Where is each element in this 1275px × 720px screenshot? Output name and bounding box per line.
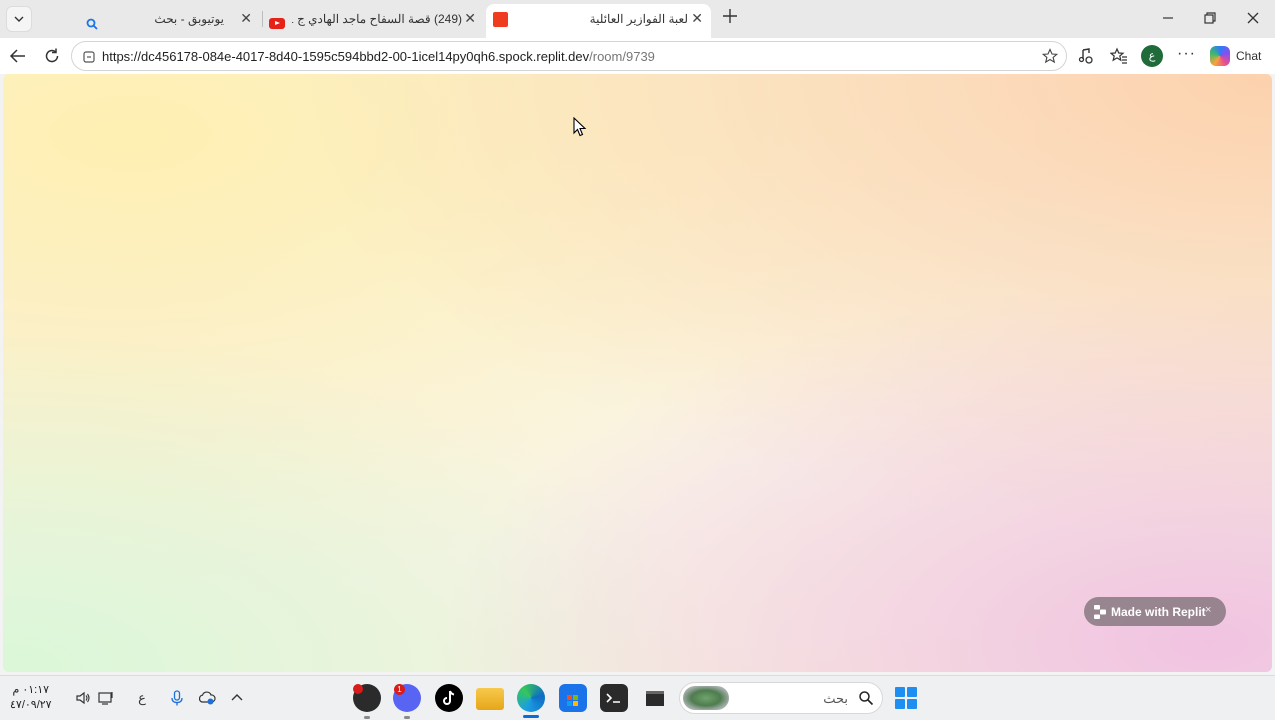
- windows-taskbar: ٠١:١٧ م ٤٧/٠٩/٢٧ ع 1 بحث: [0, 675, 1275, 720]
- browser-toolbar: https://dc456178-084e-4017-8d40-1595c594…: [0, 38, 1275, 74]
- profile-avatar[interactable]: ع: [1141, 45, 1163, 67]
- site-info-icon[interactable]: [82, 50, 96, 64]
- copilot-icon: [1210, 46, 1230, 66]
- url-path: /room/9739: [589, 49, 655, 64]
- discord-badge: 1: [394, 684, 405, 695]
- tab-youtube[interactable]: (249) قصة السفاح ماجد الهادي ج 1 - ✕: [264, 5, 484, 33]
- notification-dot: [353, 684, 363, 694]
- generic-app-icon[interactable]: [641, 684, 669, 712]
- edge-browser-icon[interactable]: [517, 684, 545, 712]
- mouse-cursor-icon: [573, 117, 587, 137]
- close-icon[interactable]: ✕: [691, 10, 703, 27]
- restore-icon[interactable]: [1202, 10, 1218, 26]
- replit-logo-icon: [1094, 605, 1106, 619]
- clock-date: ٤٧/٠٩/٢٧: [10, 699, 52, 711]
- terminal-prompt-icon: [606, 693, 620, 703]
- tab-title: (249) قصة السفاح ماجد الهادي ج 1 -: [292, 12, 462, 26]
- copilot-chat-button[interactable]: Chat: [1210, 45, 1261, 67]
- tab-strip: يوتيوبق - بحث ✕ (249) قصة السفاح ماجد ال…: [0, 0, 1275, 38]
- tab-title: لعبة الفوازير العائلية: [589, 12, 688, 26]
- microsoft-store-icon[interactable]: [559, 684, 587, 712]
- app-favicon-icon: [493, 12, 508, 27]
- running-indicator: [364, 716, 370, 719]
- start-tile: [907, 699, 917, 709]
- url-host: https://dc456178-084e-4017-8d40-1595c594…: [102, 49, 590, 64]
- more-options-icon[interactable]: ···: [1177, 45, 1196, 63]
- tiktok-note-icon: [443, 690, 455, 705]
- microphone-icon[interactable]: [168, 689, 186, 707]
- network-icon[interactable]: [97, 689, 115, 707]
- windows-start-icon[interactable]: [895, 687, 917, 709]
- chevron-down-icon: [14, 16, 24, 22]
- read-aloud-icon[interactable]: [1077, 47, 1095, 65]
- close-icon[interactable]: ✕: [240, 10, 252, 27]
- window-app-icon: [646, 691, 664, 706]
- page-content: Made with Replit ×: [3, 74, 1272, 672]
- tiktok-icon[interactable]: [435, 684, 463, 712]
- back-arrow-icon[interactable]: [9, 47, 27, 65]
- start-tile: [895, 687, 905, 697]
- tab-divider: [262, 11, 263, 27]
- search-icon: [859, 691, 874, 706]
- close-icon[interactable]: ✕: [464, 10, 476, 27]
- refresh-icon[interactable]: [43, 47, 61, 65]
- tab-title: يوتيوبق - بحث: [154, 12, 224, 26]
- minimize-icon[interactable]: [1160, 10, 1176, 26]
- tab-active-game[interactable]: لعبة الفوازير العائلية ✕: [486, 4, 711, 38]
- system-clock[interactable]: ٠١:١٧ م ٤٧/٠٩/٢٧: [10, 683, 52, 713]
- store-bag-icon: [567, 695, 578, 706]
- close-window-icon[interactable]: [1245, 10, 1261, 26]
- active-app-indicator: [523, 715, 539, 718]
- address-bar[interactable]: https://dc456178-084e-4017-8d40-1595c594…: [71, 41, 1067, 71]
- volume-icon[interactable]: [74, 689, 92, 707]
- cloud-sync-icon[interactable]: [198, 689, 216, 707]
- url-text[interactable]: https://dc456178-084e-4017-8d40-1595c594…: [102, 49, 655, 64]
- youtube-icon: [269, 18, 285, 29]
- clock-time: ٠١:١٧ م: [12, 684, 50, 696]
- taskbar-search-box[interactable]: بحث: [679, 682, 883, 714]
- replit-badge-label: Made with Replit: [1111, 605, 1206, 619]
- running-indicator: [404, 716, 410, 719]
- file-explorer-icon[interactable]: [476, 688, 504, 710]
- show-hidden-icons-chevron-icon[interactable]: [228, 689, 246, 707]
- favorite-star-icon[interactable]: [1042, 48, 1058, 64]
- close-badge-icon[interactable]: ×: [1205, 604, 1211, 616]
- search-icon: [86, 18, 98, 30]
- made-with-replit-badge[interactable]: Made with Replit ×: [1084, 597, 1226, 626]
- terminal-icon[interactable]: [600, 684, 628, 712]
- new-tab-button[interactable]: [720, 8, 740, 28]
- search-highlight-image: [683, 686, 729, 710]
- start-tile: [907, 687, 917, 697]
- plus-icon: [723, 9, 737, 23]
- copilot-label: Chat: [1236, 49, 1262, 63]
- input-language-indicator[interactable]: ع: [133, 689, 151, 707]
- tab-search[interactable]: يوتيوبق - بحث ✕: [40, 5, 260, 33]
- favorites-icon[interactable]: [1110, 47, 1128, 65]
- start-tile: [895, 699, 905, 709]
- search-placeholder: بحث: [823, 691, 848, 706]
- tab-list-button[interactable]: [6, 6, 32, 32]
